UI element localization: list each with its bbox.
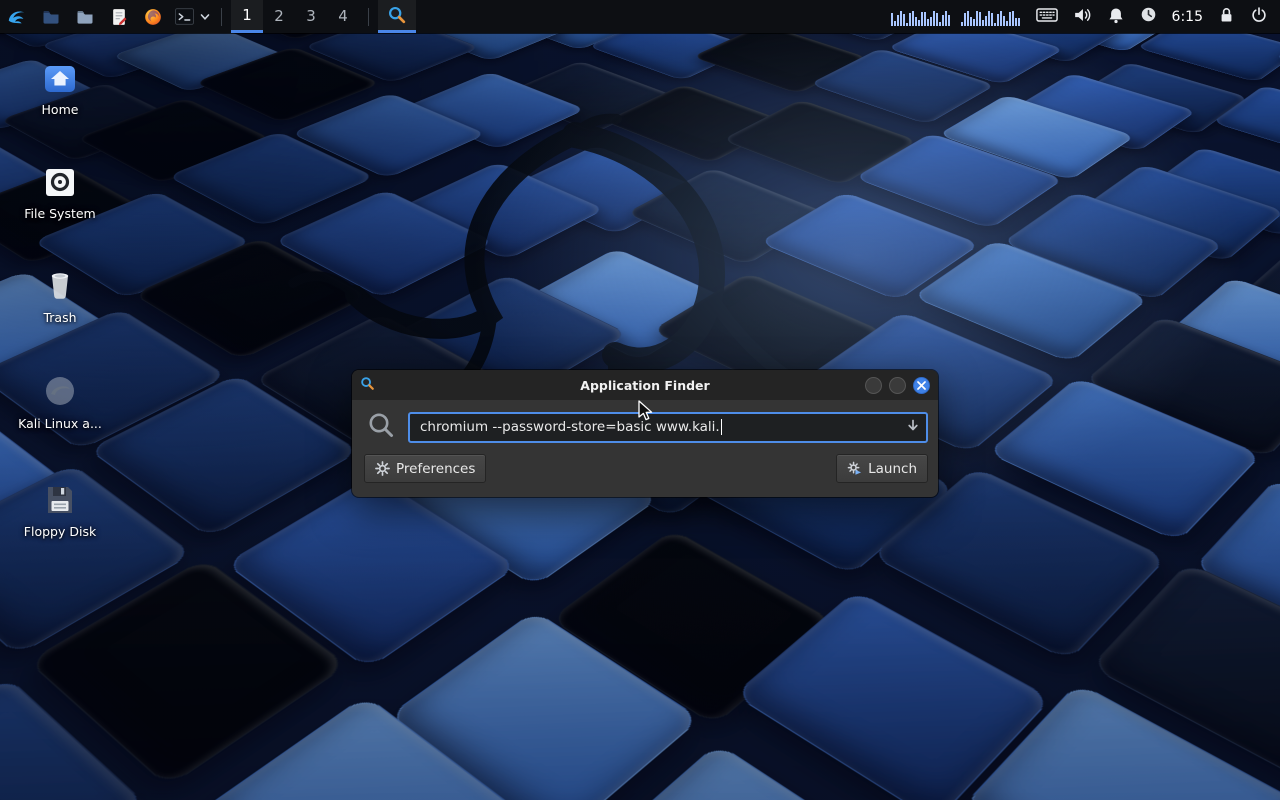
text-caret	[721, 419, 722, 435]
command-input-value: chromium --password-store=basic www.kali…	[420, 419, 720, 435]
desktop-icon-trash[interactable]: Trash	[12, 264, 108, 325]
maximize-button[interactable]	[889, 377, 906, 394]
terminal-launcher[interactable]	[170, 0, 198, 33]
window-icon	[360, 376, 375, 395]
desktop-icon-label: Floppy Disk	[24, 525, 96, 539]
audio-visualizer[interactable]	[891, 8, 1021, 26]
window-title: Application Finder	[352, 378, 938, 393]
panel-separator	[368, 8, 369, 26]
close-button[interactable]	[913, 377, 930, 394]
status-indicator-icon[interactable]	[1140, 6, 1157, 27]
workspace-3[interactable]: 3	[295, 0, 327, 33]
keyboard-icon[interactable]	[1036, 7, 1058, 27]
text-editor-launcher[interactable]	[102, 0, 136, 33]
command-input[interactable]: chromium --password-store=basic www.kali…	[408, 412, 928, 443]
kali-menu-button[interactable]	[0, 0, 34, 33]
desktop-icon-label: Trash	[43, 311, 76, 325]
app-finder-icon	[387, 5, 407, 25]
file-manager-icon	[41, 7, 61, 27]
firefox-launcher[interactable]	[136, 0, 170, 33]
desktop-icon-home[interactable]: Home	[12, 56, 108, 117]
floppy-disk-icon	[42, 478, 78, 518]
panel-clock[interactable]: 6:15	[1172, 9, 1203, 25]
minimize-button[interactable]	[865, 377, 882, 394]
desktop-icon-label: Home	[42, 103, 79, 117]
notifications-bell-icon[interactable]	[1107, 6, 1125, 28]
file-system-icon	[42, 160, 78, 200]
home-icon	[42, 56, 78, 96]
taskbar-application-finder[interactable]	[378, 0, 416, 33]
preferences-label: Preferences	[396, 461, 475, 477]
desktop-icon-kali-docs[interactable]: Kali Linux a...	[12, 370, 108, 431]
firefox-icon	[143, 7, 163, 27]
launch-label: Launch	[868, 461, 917, 477]
trash-icon	[42, 264, 78, 304]
wallpaper-cubes	[0, 0, 1280, 434]
dropdown-arrow-icon[interactable]	[906, 418, 920, 437]
workspace-switcher: 1 2 3 4	[231, 0, 359, 33]
desktop-icon-label: Kali Linux a...	[18, 417, 102, 431]
close-icon	[917, 381, 926, 390]
desktop-icon-file-system[interactable]: File System	[12, 160, 108, 221]
terminal-dropdown-chevron[interactable]	[198, 0, 212, 33]
gear-icon	[375, 461, 390, 476]
system-tray: 6:15	[891, 6, 1280, 28]
panel-separator	[221, 8, 222, 26]
launch-button[interactable]: Launch	[836, 454, 928, 483]
lock-icon[interactable]	[1218, 6, 1235, 28]
search-icon	[366, 410, 396, 444]
folder-icon	[75, 7, 95, 27]
desktop-icon-floppy[interactable]: Floppy Disk	[12, 478, 108, 539]
desktop-icon-label: File System	[24, 207, 96, 221]
desktop: Home File System Trash	[0, 0, 1280, 800]
application-finder-window: Application Finder chromium --passw	[352, 370, 938, 497]
top-panel: 1 2 3 4	[0, 0, 1280, 33]
launch-icon	[847, 461, 862, 476]
titlebar[interactable]: Application Finder	[352, 370, 938, 400]
power-icon[interactable]	[1250, 6, 1268, 28]
kali-menu-icon	[6, 6, 28, 28]
kali-docs-icon	[41, 370, 79, 410]
terminal-icon	[174, 7, 195, 26]
workspace-1[interactable]: 1	[231, 0, 263, 33]
file-manager-launcher[interactable]	[34, 0, 68, 33]
files-launcher[interactable]	[68, 0, 102, 33]
volume-icon[interactable]	[1073, 6, 1092, 28]
text-editor-icon	[109, 7, 129, 27]
workspace-2[interactable]: 2	[263, 0, 295, 33]
preferences-button[interactable]: Preferences	[364, 454, 486, 483]
workspace-4[interactable]: 4	[327, 0, 359, 33]
